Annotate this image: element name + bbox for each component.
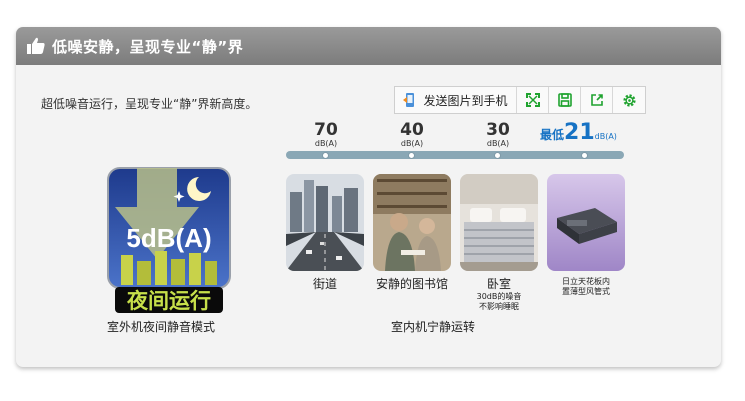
- db-unit: dB(A): [486, 139, 510, 148]
- thumbs-up-icon: [27, 37, 45, 54]
- card-title: 低噪安静，呈现专业“静”界: [52, 37, 244, 56]
- ducted-unit-caption-line1: 日立天花板内: [562, 277, 610, 286]
- settings-icon: [622, 93, 636, 107]
- night-mode-badge: 5dB(A) 夜间运行: [107, 167, 231, 313]
- outdoor-unit-label: 室外机夜间静音模式: [107, 320, 216, 334]
- bedroom-caption: 卧室: [486, 277, 511, 291]
- bedroom-note: 30dB的噪音 不影响睡眠: [460, 292, 538, 312]
- timeline-marker: [494, 152, 501, 159]
- indoor-unit-label: 室内机宁静运转: [391, 320, 476, 334]
- send-to-phone-button[interactable]: 发送图片到手机: [395, 87, 517, 113]
- bedroom-note-line1: 30dB的噪音: [476, 292, 522, 301]
- fullscreen-icon: [525, 93, 540, 107]
- image-toolbar: 发送图片到手机: [394, 86, 646, 114]
- street-caption: 街道: [312, 277, 337, 291]
- timeline-marker: [322, 152, 329, 159]
- ducted-unit-caption-line2: 置薄型风管式: [562, 287, 610, 296]
- feature-card: 低噪安静，呈现专业“静”界 超低噪音运行，呈现专业“静”界新高度。 发送图片到手…: [16, 27, 721, 367]
- phone-send-icon: [403, 93, 415, 107]
- bedroom-note-line2: 不影响睡眠: [479, 302, 519, 311]
- noise-timeline-bar: [286, 151, 624, 159]
- badge-night-text: 夜间运行: [126, 289, 211, 313]
- timeline-marker: [408, 152, 415, 159]
- save-button[interactable]: [549, 87, 581, 113]
- send-to-phone-label: 发送图片到手机: [423, 93, 508, 108]
- db-level-street: 70 dB(A): [308, 121, 344, 148]
- card-header: 低噪安静，呈现专业“静”界: [16, 27, 721, 65]
- db-level-library: 40 dB(A): [394, 121, 430, 148]
- share-button[interactable]: [581, 87, 613, 113]
- bedroom-photo: [460, 174, 538, 271]
- settings-button[interactable]: [613, 87, 645, 113]
- db-level-bedroom: 30 dB(A): [480, 121, 516, 148]
- fullscreen-button[interactable]: [517, 87, 549, 113]
- db-best-value: 21: [564, 120, 595, 145]
- library-photo: [373, 174, 451, 271]
- db-level-best: 最低21dB(A): [540, 120, 617, 145]
- db-best-prefix: 最低: [540, 128, 565, 142]
- db-value: 40: [400, 120, 424, 140]
- badge-db-value: 5dB(A): [126, 223, 211, 253]
- ducted-unit-caption: 日立天花板内 置薄型风管式: [544, 277, 628, 297]
- timeline-marker: [581, 152, 588, 159]
- save-icon: [557, 93, 572, 107]
- intro-text: 超低噪音运行，呈现专业“静”界新高度。: [41, 97, 258, 111]
- library-caption: 安静的图书馆: [375, 277, 448, 291]
- db-value: 30: [486, 120, 510, 140]
- ducted-unit-photo: [547, 174, 625, 271]
- share-icon: [590, 94, 603, 106]
- db-unit: dB(A): [314, 139, 338, 148]
- street-photo: [286, 174, 364, 271]
- db-unit: dB(A): [400, 139, 424, 148]
- db-value: 70: [314, 120, 338, 140]
- db-best-unit: dB(A): [594, 132, 617, 141]
